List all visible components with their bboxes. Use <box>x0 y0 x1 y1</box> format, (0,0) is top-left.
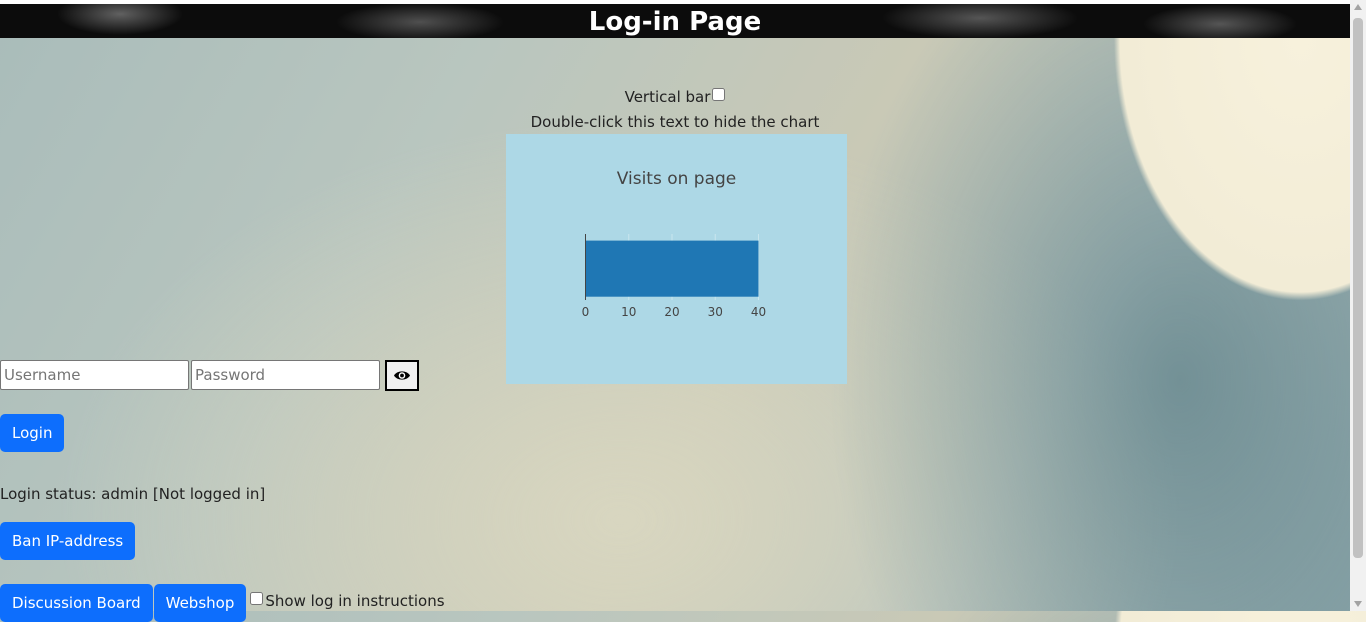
bottom-nav: Discussion Board Webshop Show log in instr… <box>0 584 445 622</box>
ban-ip-button[interactable]: Ban IP-address <box>0 522 136 560</box>
vertical-bar-toggle-row: Vertical bar <box>0 88 1350 106</box>
login-form <box>0 360 419 391</box>
scroll-up-icon[interactable] <box>1354 4 1362 10</box>
show-instructions-label: Show log in instructions <box>265 592 445 610</box>
chart-x-tick-label: 0 <box>582 305 590 319</box>
chart-x-tick-label: 20 <box>664 305 679 319</box>
vertical-bar-checkbox[interactable] <box>712 88 726 101</box>
password-input[interactable] <box>191 360 380 390</box>
page-header: Log-in Page <box>0 4 1350 38</box>
chart-title: Visits on page <box>617 169 737 189</box>
show-password-button[interactable] <box>385 360 419 391</box>
chart-bar <box>585 240 759 297</box>
discussion-board-button[interactable]: Discussion Board <box>0 584 153 622</box>
vertical-bar-label: Vertical bar <box>624 88 711 106</box>
eye-icon <box>394 371 410 380</box>
chart-bars <box>585 240 759 297</box>
login-status: Login status: admin [Not logged in] <box>0 485 266 503</box>
chart-svg: Visits on page 0 10 20 30 40 <box>582 169 766 319</box>
chart-x-tick-label: 40 <box>751 305 766 319</box>
chart-x-ticks: 0 10 20 30 40 <box>582 305 766 319</box>
hide-chart-hint[interactable]: Double-click this text to hide the chart <box>0 113 1350 131</box>
chart-x-tick-label: 10 <box>621 305 636 319</box>
username-input[interactable] <box>0 360 189 390</box>
webshop-button[interactable]: Webshop <box>153 584 247 622</box>
visits-chart: Visits on page 0 10 20 30 40 <box>506 134 847 384</box>
page-title: Log-in Page <box>588 7 762 37</box>
scrollbar[interactable] <box>1350 0 1366 611</box>
show-instructions-toggle: Show log in instructions <box>248 592 445 610</box>
show-instructions-checkbox[interactable] <box>250 592 264 605</box>
login-button[interactable]: Login <box>0 414 65 452</box>
scrollbar-thumb[interactable] <box>1353 18 1363 558</box>
scroll-down-icon[interactable] <box>1354 601 1362 607</box>
chart-x-tick-label: 30 <box>708 305 723 319</box>
